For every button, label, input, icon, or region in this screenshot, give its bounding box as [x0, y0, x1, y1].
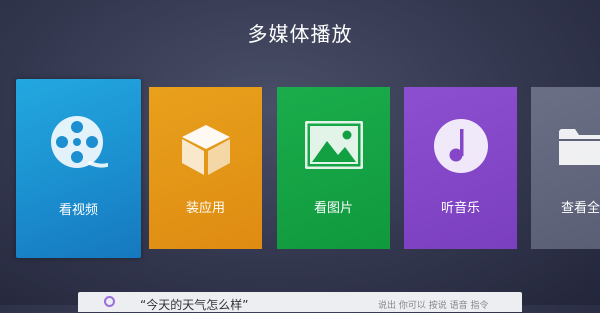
tile-pictures-label: 看图片 [313, 201, 353, 216]
voice-assistant-icon [104, 296, 115, 307]
folder-icon [531, 125, 600, 185]
tile-video-label: 看视频 [58, 203, 98, 218]
tile-files[interactable]: 查看全 [531, 87, 600, 249]
voice-assistant-bar[interactable]: “今天的天气怎么样” 说出 你可以 按说 语音 指令 [78, 292, 522, 312]
page-title: 多媒体播放 [247, 22, 353, 46]
music-note-icon [404, 117, 517, 177]
tile-video[interactable]: 看视频 [16, 79, 141, 258]
tile-pictures[interactable]: 看图片 [277, 87, 390, 249]
tile-music[interactable]: 听音乐 [404, 87, 517, 249]
picture-icon [277, 121, 390, 181]
film-reel-icon [16, 115, 141, 175]
box-icon [149, 121, 262, 181]
tile-apps-label: 装应用 [185, 201, 225, 216]
tile-files-label: 查看全 [561, 201, 600, 216]
tile-music-label: 听音乐 [440, 201, 480, 216]
tile-apps[interactable]: 装应用 [149, 87, 262, 249]
